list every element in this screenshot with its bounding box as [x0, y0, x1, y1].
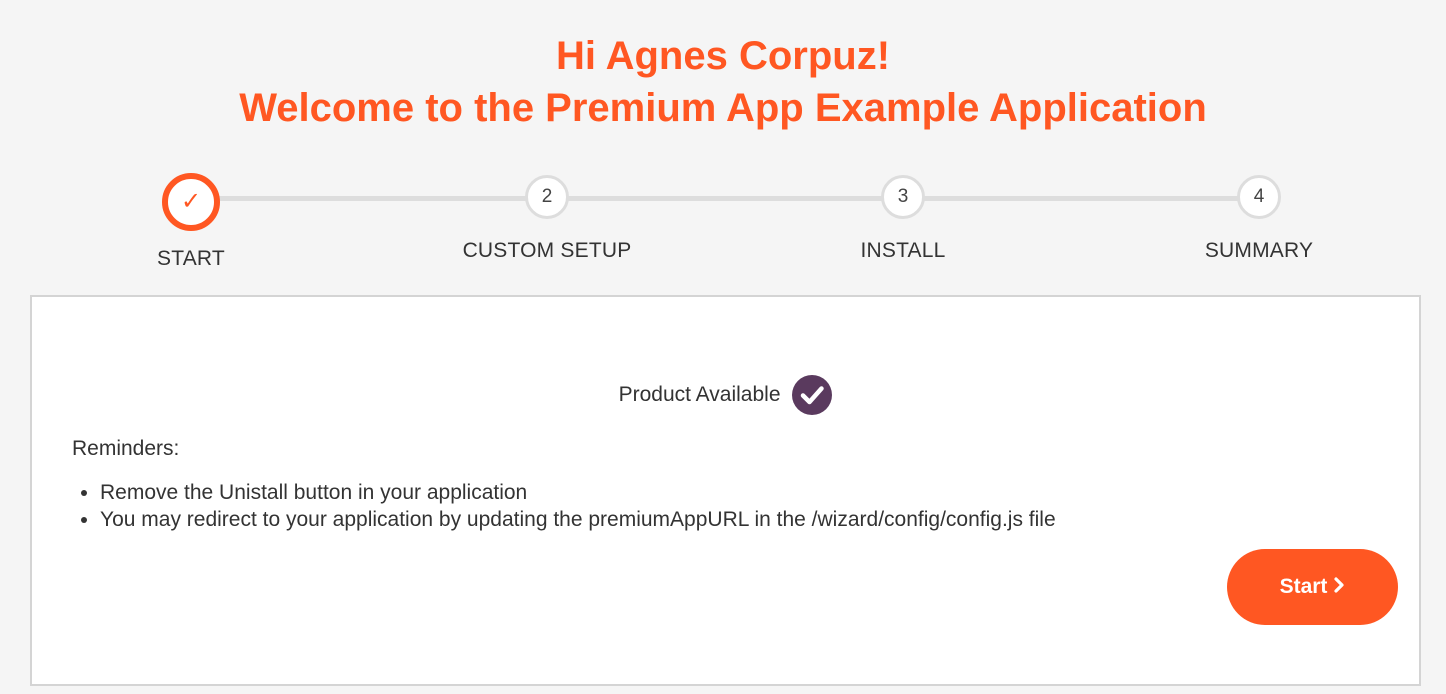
step-start[interactable]: ✓ START: [91, 170, 291, 271]
wizard-page: Hi Agnes Corpuz! Welcome to the Premium …: [0, 0, 1446, 694]
availability-text: Product Available: [618, 383, 781, 406]
step-custom-setup-number: 2: [525, 175, 569, 219]
step-install-number: 3: [881, 175, 925, 219]
reminder-item: You may redirect to your application by …: [100, 506, 1056, 533]
step-start-checkmark-icon: ✓: [162, 173, 220, 231]
reminders-heading: Reminders:: [72, 437, 180, 460]
product-availability: Product Available: [32, 375, 1419, 415]
step-summary[interactable]: 4 SUMMARY: [1159, 170, 1359, 263]
step-custom-setup-label: CUSTOM SETUP: [462, 239, 632, 262]
step-custom-setup[interactable]: 2 CUSTOM SETUP: [447, 170, 647, 263]
check-circle-icon: [792, 375, 833, 415]
progress-stepper: ✓ START 2 CUSTOM SETUP 3 INSTALL 4 SUMMA…: [0, 170, 1446, 280]
step-install-label: INSTALL: [860, 239, 946, 262]
chevron-right-icon: [1333, 575, 1345, 599]
step-summary-label: SUMMARY: [1204, 239, 1314, 262]
start-button-label: Start: [1279, 574, 1328, 598]
content-card: Product Available Reminders: Remove the …: [30, 295, 1421, 686]
stepper-track: [191, 196, 1259, 201]
reminder-item: Remove the Unistall button in your appli…: [100, 479, 1056, 506]
page-header: Hi Agnes Corpuz! Welcome to the Premium …: [0, 30, 1446, 134]
start-button[interactable]: Start: [1227, 549, 1398, 625]
step-start-label: START: [157, 247, 225, 270]
step-install[interactable]: 3 INSTALL: [803, 170, 1003, 263]
step-summary-number: 4: [1237, 175, 1281, 219]
welcome-title: Welcome to the Premium App Example Appli…: [239, 86, 1207, 130]
reminders-list: Remove the Unistall button in your appli…: [72, 479, 1056, 533]
greeting-title: Hi Agnes Corpuz!: [555, 34, 891, 78]
